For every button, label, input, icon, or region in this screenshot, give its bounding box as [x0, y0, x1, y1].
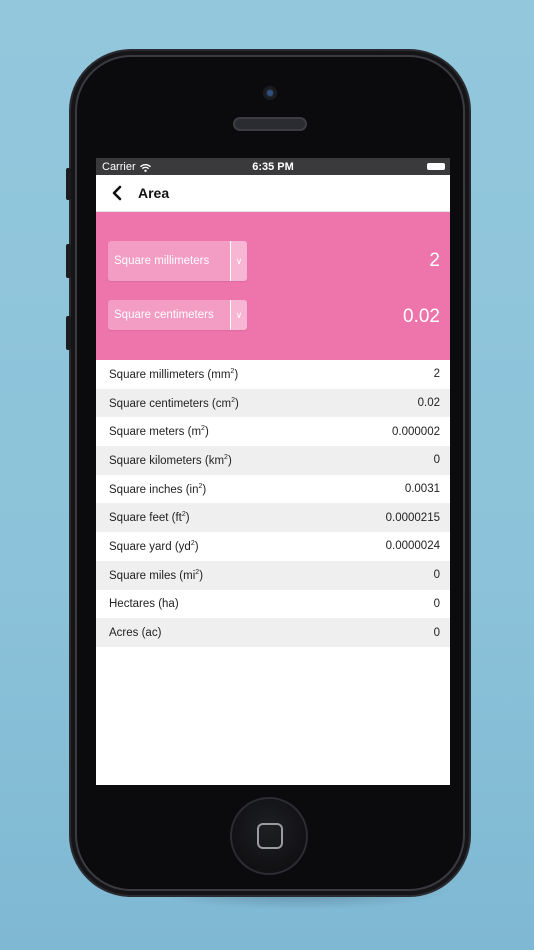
unit-name: Square centimeters (cm2) — [109, 396, 239, 410]
list-item[interactable]: Square meters (m2) 0.000002 — [96, 417, 450, 446]
list-item[interactable]: Square yard (yd2) 0.0000024 — [96, 532, 450, 561]
unit-name: Square kilometers (km2) — [109, 453, 232, 467]
unit-value: 2 — [433, 368, 440, 381]
status-bar: Carrier 6:35 PM — [96, 158, 450, 175]
chevron-down-icon: ∨ — [230, 300, 247, 330]
unit-name: Square meters (m2) — [109, 425, 209, 439]
mute-switch — [66, 168, 71, 200]
to-value-output: 0.02 — [403, 306, 440, 327]
navigation-bar: Area — [96, 175, 450, 212]
front-camera — [263, 86, 277, 100]
volume-down-button — [66, 316, 71, 350]
unit-name: Hectares (ha) — [109, 598, 179, 611]
unit-value: 0.0031 — [404, 483, 440, 496]
chevron-down-icon: ∨ — [230, 241, 247, 281]
unit-value: 0.0000024 — [385, 540, 440, 553]
results-list: Square millimeters (mm2) 2 Square centim… — [96, 360, 450, 647]
unit-name: Square yard (yd2) — [109, 539, 199, 553]
chevron-left-icon[interactable] — [108, 184, 126, 202]
unit-value: 0.000002 — [392, 425, 440, 438]
home-button[interactable] — [230, 797, 308, 875]
status-time: 6:35 PM — [252, 160, 294, 173]
to-unit-label: Square centimeters — [114, 309, 214, 321]
unit-name: Square miles (mi2) — [109, 568, 204, 582]
list-item[interactable]: Square inches (in2) 0.0031 — [96, 475, 450, 504]
list-item[interactable]: Acres (ac) 0 — [96, 618, 450, 647]
list-item[interactable]: Hectares (ha) 0 — [96, 590, 450, 619]
unit-name: Acres (ac) — [109, 627, 162, 640]
battery-icon — [427, 163, 445, 170]
list-item[interactable]: Square millimeters (mm2) 2 — [96, 360, 450, 389]
unit-value: 0 — [433, 597, 440, 610]
unit-name: Square millimeters (mm2) — [109, 367, 239, 381]
unit-value: 0 — [433, 626, 440, 639]
unit-name: Square inches (in2) — [109, 482, 207, 496]
from-unit-label: Square millimeters — [114, 255, 210, 267]
unit-value: 0 — [433, 569, 440, 582]
list-item[interactable]: Square feet (ft2) 0.0000215 — [96, 503, 450, 533]
list-item[interactable]: Square kilometers (km2) 0 — [96, 446, 450, 475]
app-screen: Carrier 6:35 PM Area Square millimeters … — [96, 158, 450, 785]
page-title: Area — [138, 185, 170, 201]
earpiece-speaker — [233, 117, 307, 131]
volume-up-button — [66, 244, 71, 278]
unit-value: 0 — [433, 454, 440, 467]
unit-value: 0.02 — [417, 397, 440, 410]
from-unit-dropdown[interactable]: Square millimeters ∨ — [108, 241, 247, 281]
to-unit-dropdown[interactable]: Square centimeters ∨ — [108, 300, 247, 330]
list-item[interactable]: Square miles (mi2) 0 — [96, 560, 450, 590]
unit-name: Square feet (ft2) — [109, 511, 190, 525]
unit-value: 0.0000215 — [385, 511, 440, 524]
from-value-input[interactable]: 2 — [429, 250, 440, 272]
list-item[interactable]: Square centimeters (cm2) 0.02 — [96, 388, 450, 418]
converter-panel: Square millimeters ∨ 2 Square centimeter… — [96, 212, 450, 360]
home-square-icon — [257, 823, 283, 849]
